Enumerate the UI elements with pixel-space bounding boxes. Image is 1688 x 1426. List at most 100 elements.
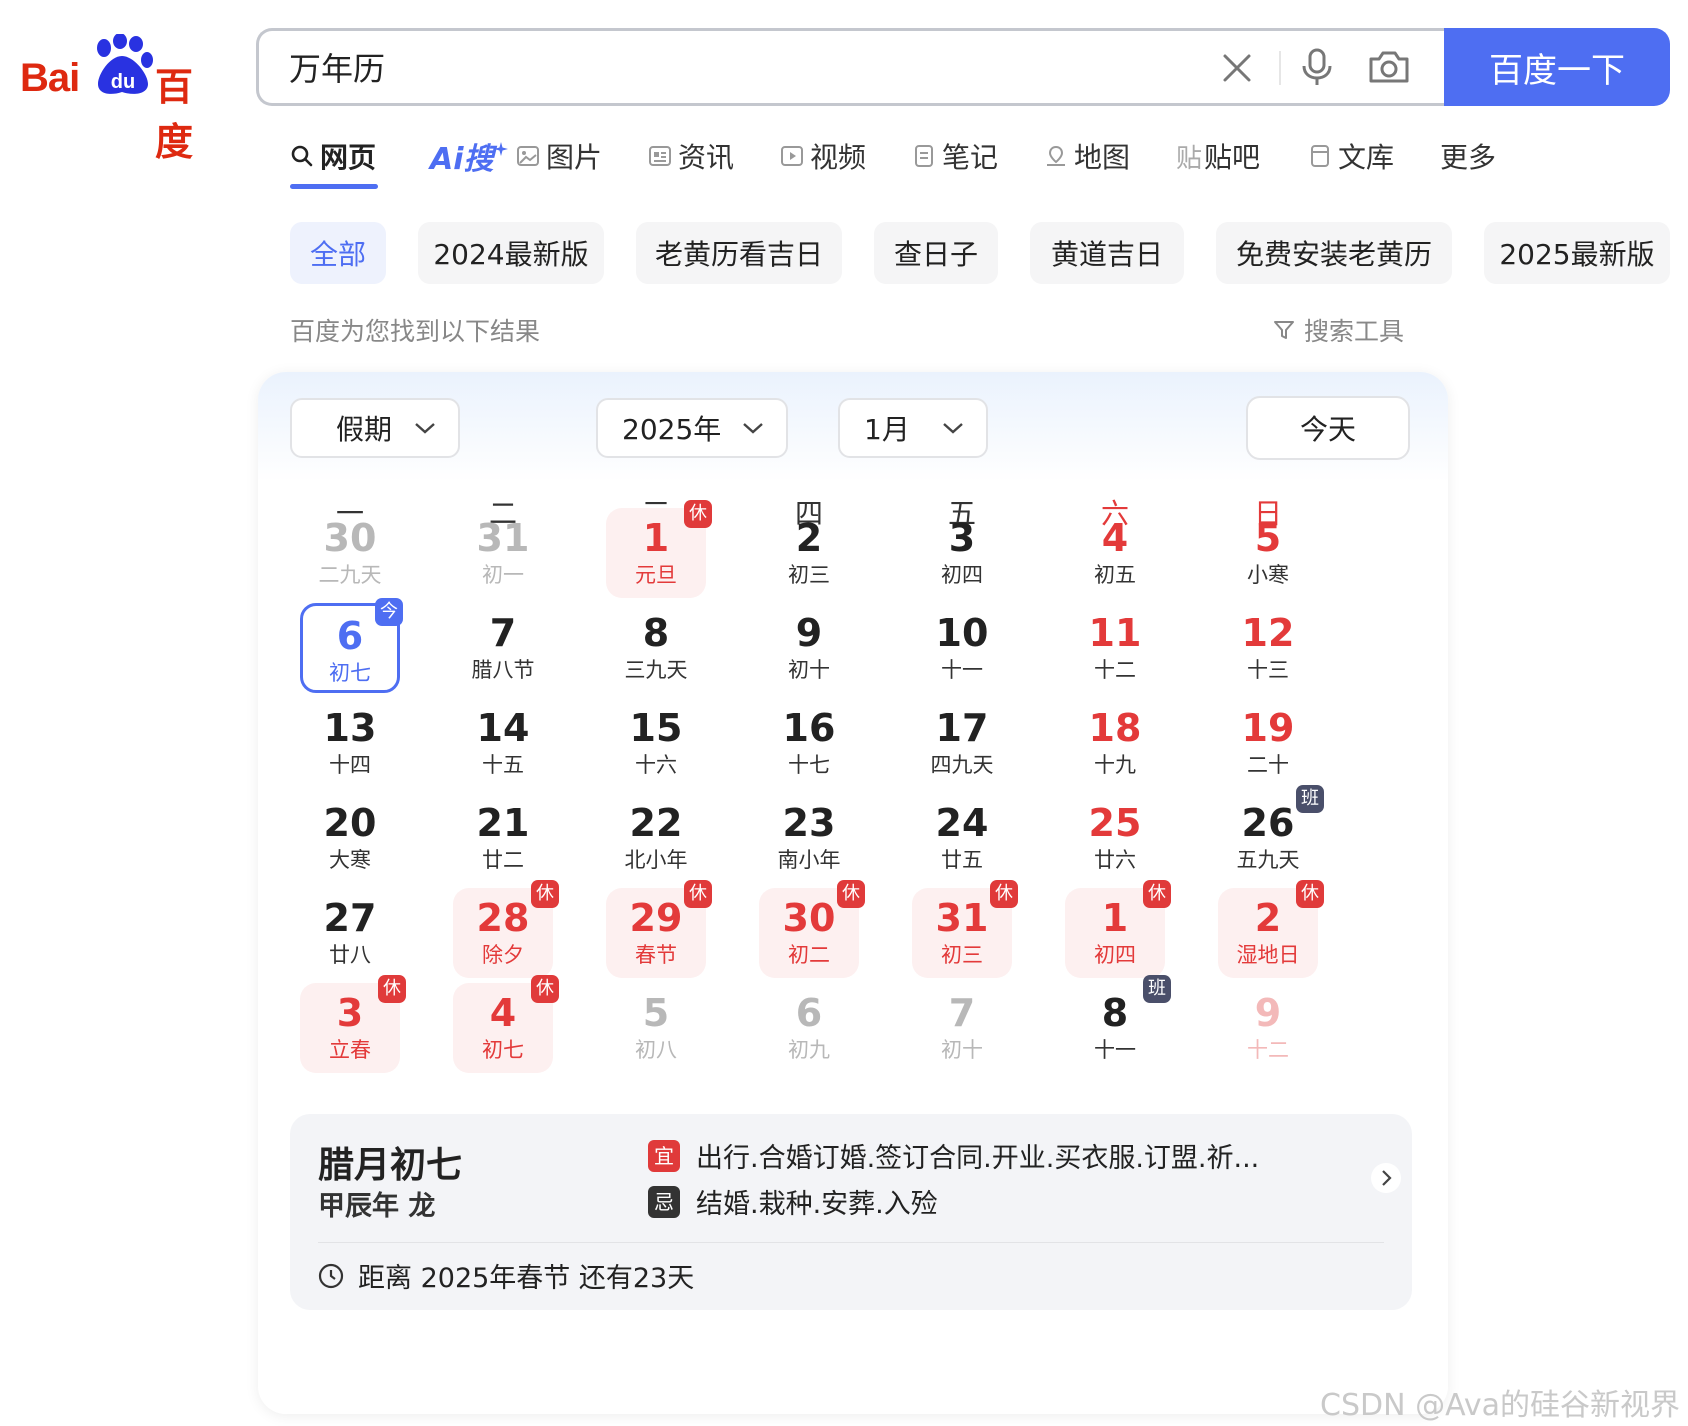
calendar-day[interactable]: 19 二十 bbox=[1218, 698, 1318, 788]
calendar-day-today[interactable]: 6 初七今 bbox=[300, 598, 403, 693]
microphone-icon[interactable] bbox=[1299, 47, 1335, 87]
search-tools-button[interactable]: 搜索工具 bbox=[1272, 312, 1404, 348]
workday-badge: 班 bbox=[1296, 785, 1324, 813]
calendar-day[interactable]: 7 腊八节 bbox=[453, 603, 553, 693]
calendar-day[interactable]: 26 五九天班 bbox=[1218, 785, 1324, 883]
day-lunar-label: 初三 bbox=[788, 563, 830, 587]
day-number: 4 bbox=[1101, 516, 1129, 560]
tab-label: 资讯 bbox=[678, 141, 735, 174]
chip-almanac[interactable]: 老黄历看吉日 bbox=[636, 222, 842, 284]
chevron-right-icon[interactable] bbox=[1370, 1162, 1402, 1194]
calendar-day[interactable]: 23 南小年 bbox=[759, 793, 859, 883]
calendar-day[interactable]: 8 十一班 bbox=[1065, 975, 1171, 1073]
search-button[interactable]: 百度一下 bbox=[1444, 28, 1670, 106]
holiday-select[interactable]: 假期 bbox=[290, 398, 460, 458]
calendar-card: 假期 2025年 1月 今天 一二三四五六日 30二九天31初一1元旦休2初三3… bbox=[258, 372, 1448, 1414]
day-number: 10 bbox=[935, 611, 989, 655]
rest-day-badge: 休 bbox=[531, 975, 559, 1003]
calendar-day[interactable]: 11 十二 bbox=[1065, 603, 1165, 693]
calendar-day[interactable]: 1 初四休 bbox=[1065, 880, 1171, 978]
chip-check-day[interactable]: 查日子 bbox=[874, 222, 998, 284]
clear-icon[interactable] bbox=[1219, 50, 1255, 86]
calendar-day[interactable]: 17 四九天 bbox=[912, 698, 1012, 788]
baidu-logo[interactable]: Bai du 百度 bbox=[20, 34, 220, 164]
day-number: 17 bbox=[935, 706, 989, 750]
day-lunar-label: 廿五 bbox=[941, 848, 983, 872]
calendar-day[interactable]: 29 春节休 bbox=[606, 880, 712, 978]
calendar-day[interactable]: 6 初九 bbox=[759, 983, 859, 1073]
day-lunar-label: 廿八 bbox=[329, 943, 371, 967]
calendar-day[interactable]: 2 初三 bbox=[759, 508, 859, 598]
calendar-day[interactable]: 30 二九天 bbox=[300, 508, 400, 598]
tab-tieba[interactable]: 贴 贴吧 bbox=[1176, 132, 1260, 180]
tab-map[interactable]: 地图 bbox=[1044, 132, 1130, 180]
calendar-day[interactable]: 28 除夕休 bbox=[453, 880, 559, 978]
calendar-day[interactable]: 8 三九天 bbox=[606, 603, 706, 693]
calendar-day[interactable]: 1 元旦休 bbox=[606, 500, 712, 598]
day-lunar-label: 初四 bbox=[941, 563, 983, 587]
calendar-day[interactable]: 9 十二 bbox=[1218, 983, 1318, 1073]
tab-news[interactable]: 资讯 bbox=[648, 132, 734, 180]
day-lunar-label: 初八 bbox=[635, 1038, 677, 1062]
day-lunar-label: 初五 bbox=[1094, 563, 1136, 587]
calendar-day[interactable]: 27 廿八 bbox=[300, 888, 400, 978]
calendar-day[interactable]: 31 初三休 bbox=[912, 880, 1018, 978]
calendar-day[interactable]: 24 廿五 bbox=[912, 793, 1012, 883]
day-lunar-label: 十二 bbox=[1094, 658, 1136, 682]
calendar-day[interactable]: 5 初八 bbox=[606, 983, 706, 1073]
calendar-day[interactable]: 16 十七 bbox=[759, 698, 859, 788]
day-number: 3 bbox=[948, 516, 976, 560]
chip-install-almanac[interactable]: 免费安装老黄历 bbox=[1216, 222, 1452, 284]
tab-webpage[interactable]: 网页 bbox=[290, 132, 376, 180]
camera-icon[interactable] bbox=[1367, 47, 1411, 87]
year-select[interactable]: 2025年 bbox=[596, 398, 788, 458]
calendar-day[interactable]: 14 十五 bbox=[453, 698, 553, 788]
calendar-day[interactable]: 13 十四 bbox=[300, 698, 400, 788]
month-select[interactable]: 1月 bbox=[838, 398, 988, 458]
day-lunar-label: 除夕 bbox=[482, 943, 524, 967]
calendar-day[interactable]: 21 廿二 bbox=[453, 793, 553, 883]
chip-all[interactable]: 全部 bbox=[290, 222, 386, 284]
calendar-day[interactable]: 3 初四 bbox=[912, 508, 1012, 598]
chip-auspicious-day[interactable]: 黄道吉日 bbox=[1030, 222, 1184, 284]
calendar-day[interactable]: 15 十六 bbox=[606, 698, 706, 788]
calendar-day[interactable]: 3 立春休 bbox=[300, 975, 406, 1073]
day-number: 27 bbox=[323, 896, 377, 940]
day-lunar-label: 廿二 bbox=[482, 848, 524, 872]
calendar-day[interactable]: 10 十一 bbox=[912, 603, 1012, 693]
calendar-day[interactable]: 4 初七休 bbox=[453, 975, 559, 1073]
calendar-day[interactable]: 18 十九 bbox=[1065, 698, 1165, 788]
calendar-day[interactable]: 5 小寒 bbox=[1218, 508, 1318, 598]
tab-ai-search[interactable]: Ai搜 bbox=[430, 132, 508, 180]
tab-label: 网页 bbox=[320, 141, 377, 174]
tab-wenku[interactable]: 文库 bbox=[1308, 132, 1394, 180]
tab-more[interactable]: 更多 bbox=[1440, 132, 1496, 180]
day-lunar-label: 十九 bbox=[1094, 753, 1136, 777]
calendar-day[interactable]: 12 十三 bbox=[1218, 603, 1318, 693]
chip-2024[interactable]: 2024最新版 bbox=[418, 222, 604, 284]
day-number: 22 bbox=[629, 801, 683, 845]
calendar-day[interactable]: 9 初十 bbox=[759, 603, 859, 693]
document-icon bbox=[1311, 145, 1329, 167]
day-info-panel[interactable]: 腊月初七 甲辰年 龙 宜 出行.合婚订婚.签订合同.开业.买衣服.订盟.祈...… bbox=[290, 1114, 1412, 1310]
search-input[interactable] bbox=[289, 45, 1089, 89]
calendar-day[interactable]: 25 廿六 bbox=[1065, 793, 1165, 883]
calendar-day[interactable]: 7 初十 bbox=[912, 983, 1012, 1073]
today-button[interactable]: 今天 bbox=[1246, 396, 1410, 460]
day-number: 7 bbox=[948, 991, 976, 1035]
calendar-day[interactable]: 2 湿地日休 bbox=[1218, 880, 1324, 978]
tab-notes[interactable]: 笔记 bbox=[912, 132, 998, 180]
calendar-day[interactable]: 22 北小年 bbox=[606, 793, 706, 883]
day-lunar-label: 十五 bbox=[482, 753, 524, 777]
calendar-day[interactable]: 20 大寒 bbox=[300, 793, 400, 883]
tab-video[interactable]: 视频 bbox=[780, 132, 866, 180]
day-number: 5 bbox=[642, 991, 670, 1035]
calendar-day[interactable]: 4 初五 bbox=[1065, 508, 1165, 598]
rest-day-badge: 休 bbox=[1296, 880, 1324, 908]
day-number: 21 bbox=[476, 801, 530, 845]
chip-2025[interactable]: 2025最新版 bbox=[1484, 222, 1670, 284]
tab-images[interactable]: 图片 bbox=[516, 132, 602, 180]
calendar-day[interactable]: 30 初二休 bbox=[759, 880, 865, 978]
calendar-day[interactable]: 31 初一 bbox=[453, 508, 553, 598]
day-lunar-label: 立春 bbox=[329, 1038, 371, 1062]
